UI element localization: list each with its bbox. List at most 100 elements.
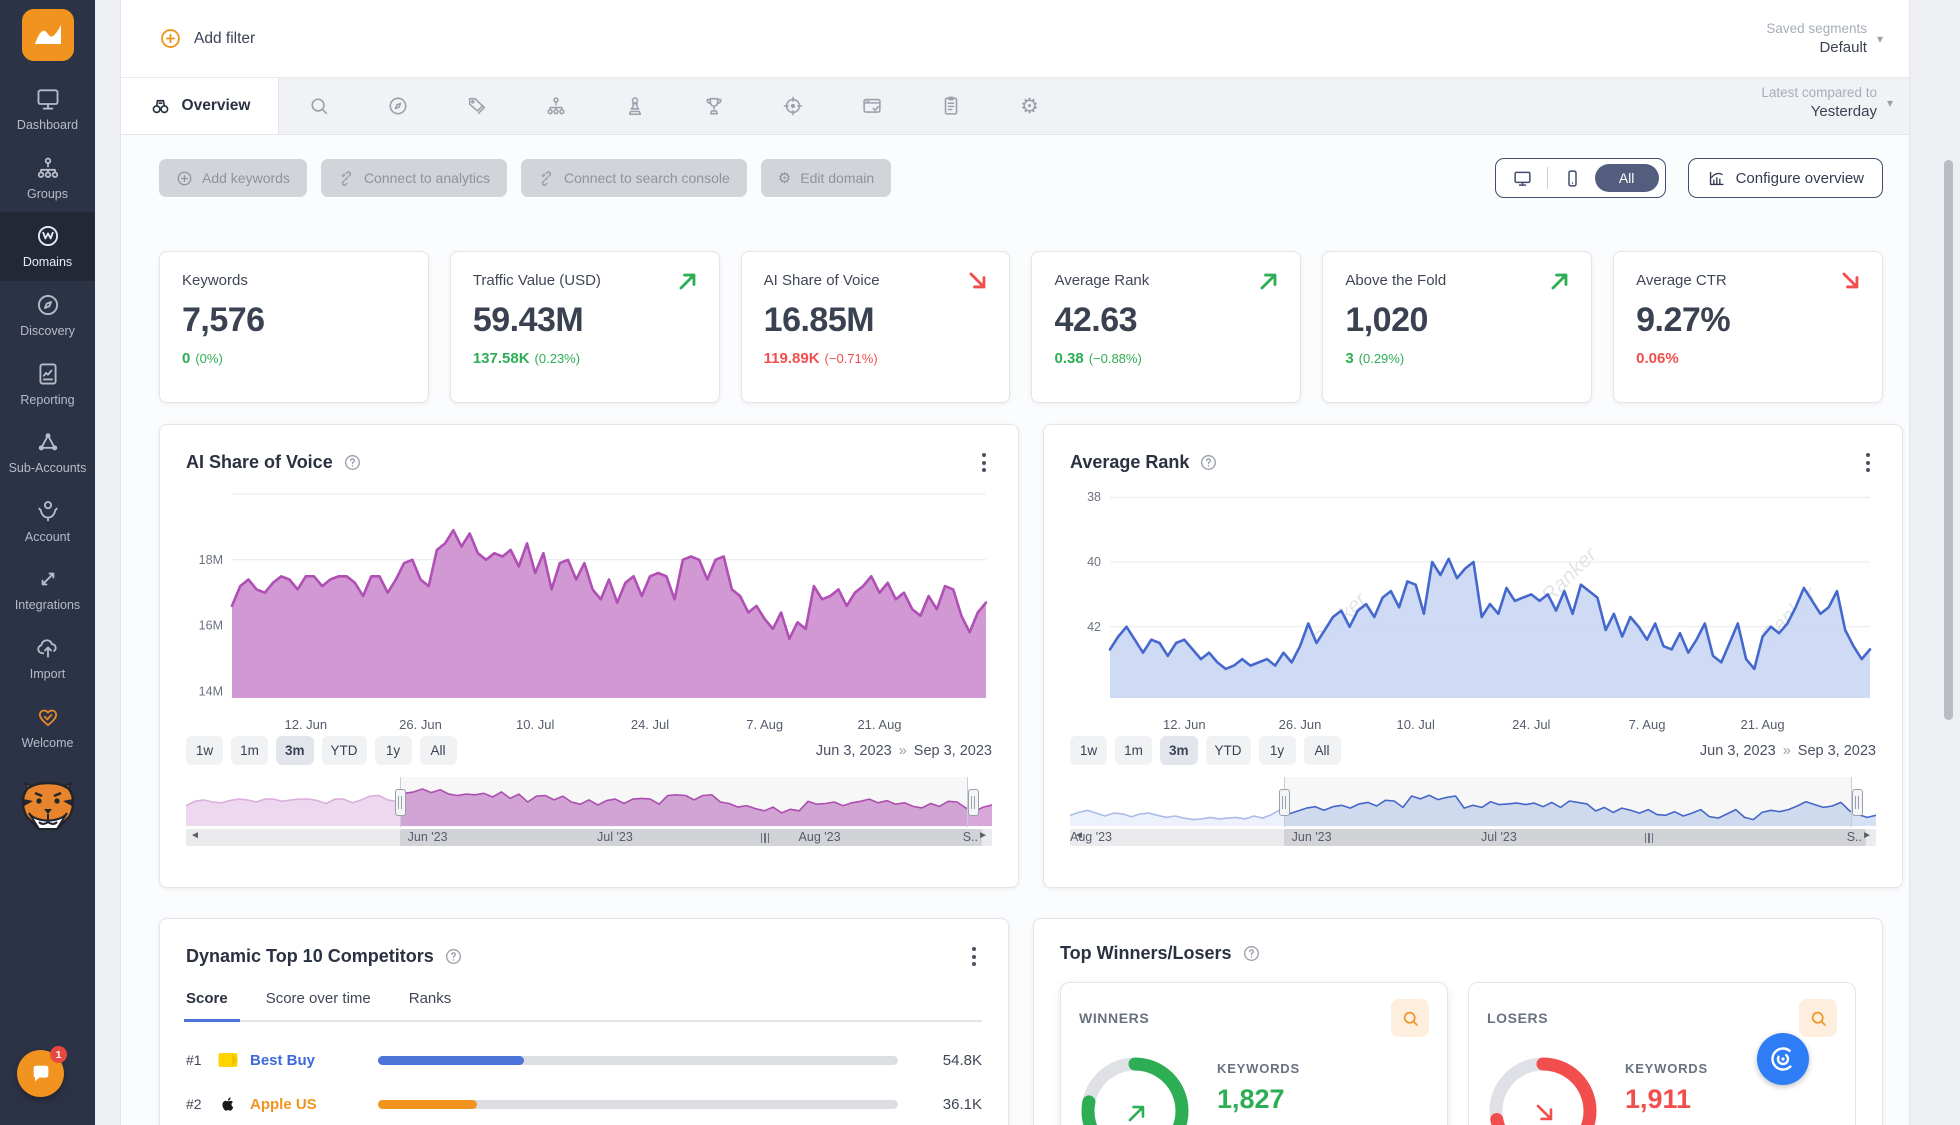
range-1y[interactable]: 1y — [375, 736, 412, 765]
range-3m[interactable]: 3m — [1160, 736, 1198, 765]
nav-handle-left[interactable] — [1279, 789, 1290, 816]
desktop-icon[interactable] — [1512, 168, 1533, 189]
tab-discovery[interactable] — [358, 78, 437, 134]
tab-site-audit[interactable] — [832, 78, 911, 134]
range-1w[interactable]: 1w — [186, 736, 223, 765]
winners-zoom-button[interactable] — [1391, 999, 1429, 1037]
compare-value: Yesterday — [1761, 103, 1877, 120]
configure-overview-button[interactable]: Configure overview — [1688, 158, 1883, 198]
losers-zoom-button[interactable] — [1799, 999, 1837, 1037]
scroll-right-arrow[interactable]: ► — [1862, 830, 1872, 841]
edit-domain-button[interactable]: ⚙ Edit domain — [761, 159, 891, 197]
target-icon — [782, 95, 804, 117]
sov-navigator: ◄ Jun '23 Jul '23 Aug '23 S.. ► — [186, 777, 992, 846]
divider — [1547, 167, 1548, 189]
competitor-link[interactable]: Best Buy — [250, 1052, 378, 1069]
range-ytd[interactable]: YTD — [1206, 736, 1251, 765]
tab-overview[interactable]: Overview — [121, 78, 279, 134]
competitor-link[interactable]: Apple US — [250, 1096, 378, 1113]
svg-text:24. Jul: 24. Jul — [631, 717, 669, 732]
help-icon[interactable] — [1242, 944, 1261, 963]
discovery-icon — [35, 292, 61, 318]
svg-text:38: 38 — [1087, 490, 1101, 504]
svg-text:16M: 16M — [199, 619, 223, 633]
window-check-icon — [861, 95, 883, 117]
sidebar-item-reporting[interactable]: Reporting — [0, 350, 95, 419]
sidebar-item-account[interactable]: Account — [0, 487, 95, 556]
device-all-option[interactable]: All — [1595, 164, 1659, 192]
tab-target[interactable] — [753, 78, 832, 134]
help-icon[interactable] — [444, 947, 463, 966]
sidebar-item-discovery[interactable]: Discovery — [0, 281, 95, 350]
range-1w[interactable]: 1w — [1070, 736, 1107, 765]
add-keywords-button[interactable]: Add keywords — [159, 159, 307, 197]
trend-down-icon — [1838, 268, 1864, 294]
tab-tags[interactable] — [437, 78, 516, 134]
nav-selection[interactable] — [400, 777, 968, 827]
connect-analytics-button[interactable]: Connect to analytics — [321, 159, 507, 197]
reporting-icon — [35, 361, 61, 387]
sidebar-item-import[interactable]: Import — [0, 624, 95, 693]
bestbuy-favicon — [216, 1049, 240, 1071]
sidebar-item-welcome[interactable]: Welcome — [0, 693, 95, 762]
sidebar-item-dashboard[interactable]: Dashboard — [0, 75, 95, 144]
compare-label: Latest compared to — [1761, 85, 1877, 100]
nav-selection[interactable] — [1284, 777, 1852, 827]
chevron-down-icon: ▾ — [1887, 96, 1893, 110]
range-1m[interactable]: 1m — [1115, 736, 1152, 765]
tab-settings[interactable]: ⚙ — [990, 78, 1069, 134]
scroll-left-arrow[interactable]: ◄ — [190, 830, 200, 841]
nav-handle-right[interactable] — [968, 789, 979, 816]
sidebar-item-domains[interactable]: Domains — [0, 212, 95, 281]
range-1m[interactable]: 1m — [231, 736, 268, 765]
trend-down-icon — [965, 268, 991, 294]
scroll-thumb[interactable] — [400, 829, 983, 846]
add-filter-button[interactable]: Add filter — [159, 27, 255, 50]
range-ytd[interactable]: YTD — [322, 736, 367, 765]
range-3m[interactable]: 3m — [276, 736, 314, 765]
sidebar-item-integrations[interactable]: Integrations — [0, 555, 95, 624]
tab-ranks[interactable]: Ranks — [409, 990, 452, 1007]
chess-pawn-icon — [624, 95, 646, 117]
sidebar-item-sub-accounts[interactable]: Sub-Accounts — [0, 418, 95, 487]
panel-title: AI Share of Voice — [186, 452, 333, 473]
panel-title: Average Rank — [1070, 452, 1189, 473]
nav-handle-left[interactable] — [395, 789, 406, 816]
compare-dropdown[interactable]: Latest compared to Yesterday ▾ — [1761, 85, 1893, 120]
sidebar-item-groups[interactable]: Groups — [0, 144, 95, 213]
svg-text:26. Jun: 26. Jun — [399, 717, 442, 732]
svg-text:10. Jul: 10. Jul — [516, 717, 554, 732]
tab-score[interactable]: Score — [186, 990, 228, 1007]
svg-text:21. Aug: 21. Aug — [1741, 717, 1785, 732]
help-icon[interactable] — [343, 453, 362, 472]
tab-rankings[interactable] — [674, 78, 753, 134]
kebab-menu-icon[interactable] — [976, 449, 992, 476]
scroll-thumb[interactable] — [1284, 829, 1867, 846]
tab-score-over-time[interactable]: Score over time — [266, 990, 371, 1007]
app-logo[interactable] — [22, 9, 74, 61]
tab-notes[interactable] — [911, 78, 990, 134]
svg-text:12. Jun: 12. Jun — [284, 717, 327, 732]
tab-keyword-search[interactable] — [279, 78, 358, 134]
range-all[interactable]: All — [420, 736, 457, 765]
nav-handle-right[interactable] — [1852, 789, 1863, 816]
kebab-menu-icon[interactable] — [966, 943, 982, 970]
range-all[interactable]: All — [1304, 736, 1341, 765]
chat-bubble-button[interactable]: 1 — [17, 1050, 64, 1097]
kebab-menu-icon[interactable] — [1860, 449, 1876, 476]
help-icon[interactable] — [1199, 453, 1218, 472]
svg-text:12. Jun: 12. Jun — [1163, 717, 1206, 732]
losers-donut — [1487, 1055, 1599, 1125]
page-scrollbar-thumb[interactable] — [1944, 160, 1953, 720]
scroll-right-arrow[interactable]: ► — [978, 830, 988, 841]
tab-bar: Overview ⚙ Latest compared to Yesterday … — [121, 78, 1909, 135]
tab-competitors[interactable] — [595, 78, 674, 134]
range-1y[interactable]: 1y — [1259, 736, 1296, 765]
kpi-card-above-the-fold: Above the Fold 1,020 3(0.29%) — [1322, 251, 1592, 403]
tab-sitemap[interactable] — [516, 78, 595, 134]
saved-segments-dropdown[interactable]: Saved segments Default ▾ — [1766, 21, 1883, 56]
accessibility-widget-button[interactable] — [1757, 1033, 1809, 1085]
connect-search-console-button[interactable]: Connect to search console — [521, 159, 747, 197]
trophy-icon — [703, 95, 725, 117]
mobile-icon[interactable] — [1562, 168, 1583, 189]
